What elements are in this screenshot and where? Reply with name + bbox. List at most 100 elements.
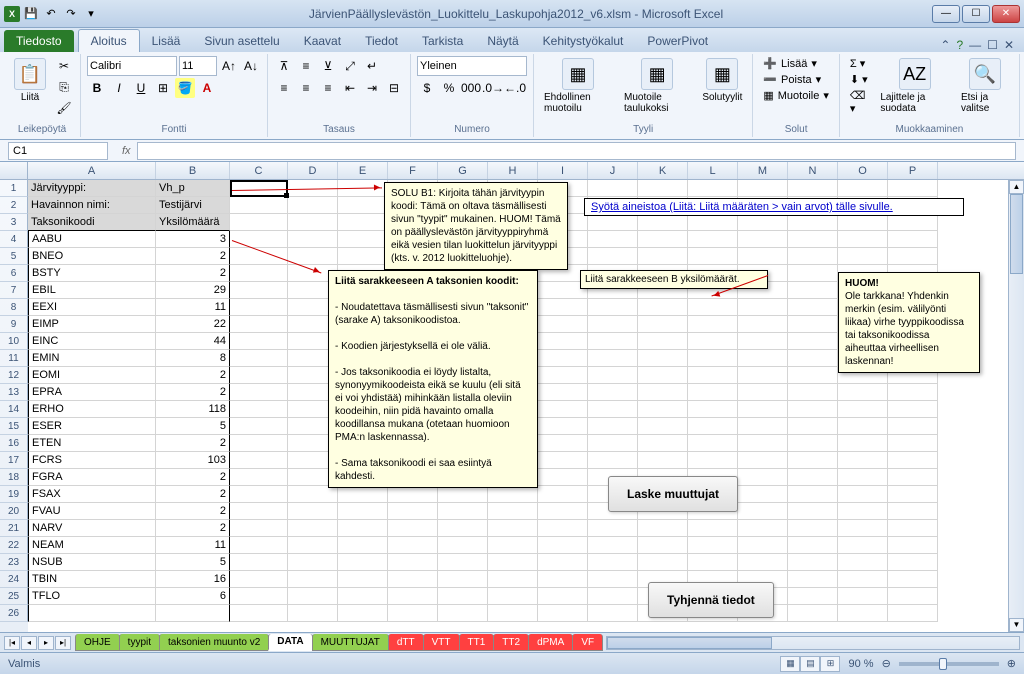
cell[interactable]: [638, 401, 688, 418]
cell[interactable]: [338, 231, 388, 248]
cell[interactable]: [438, 486, 488, 503]
cell[interactable]: [538, 486, 588, 503]
next-sheet-icon[interactable]: ▸: [38, 636, 54, 650]
cell[interactable]: [288, 197, 338, 214]
cell[interactable]: [838, 214, 888, 231]
cell[interactable]: [338, 197, 388, 214]
cell[interactable]: [888, 384, 938, 401]
cell[interactable]: [688, 520, 738, 537]
column-header[interactable]: C: [230, 162, 288, 179]
cell[interactable]: Yksilömäärä: [156, 214, 230, 231]
cell[interactable]: NARV: [28, 520, 156, 537]
border-icon[interactable]: ⊞: [153, 78, 173, 98]
cell[interactable]: [538, 299, 588, 316]
cell[interactable]: [838, 588, 888, 605]
cell[interactable]: [838, 503, 888, 520]
percent-icon[interactable]: %: [439, 78, 459, 98]
cell[interactable]: [230, 435, 288, 452]
cell[interactable]: BNEO: [28, 248, 156, 265]
column-header[interactable]: L: [688, 162, 738, 179]
cell[interactable]: [788, 520, 838, 537]
cell[interactable]: [588, 401, 638, 418]
cell[interactable]: [788, 554, 838, 571]
column-header[interactable]: P: [888, 162, 938, 179]
cell[interactable]: 103: [156, 452, 230, 469]
row-header[interactable]: 17: [0, 452, 28, 469]
cell[interactable]: [156, 605, 230, 622]
cell[interactable]: [888, 231, 938, 248]
cell[interactable]: 2: [156, 486, 230, 503]
cell[interactable]: [838, 435, 888, 452]
cell[interactable]: [588, 299, 638, 316]
cell[interactable]: EPRA: [28, 384, 156, 401]
comma-icon[interactable]: 000: [461, 78, 481, 98]
help-icon[interactable]: ?: [956, 38, 963, 52]
cell[interactable]: 44: [156, 333, 230, 350]
cell[interactable]: [788, 435, 838, 452]
cell[interactable]: [230, 503, 288, 520]
cell[interactable]: [488, 520, 538, 537]
cell[interactable]: [838, 248, 888, 265]
cell[interactable]: [688, 316, 738, 333]
page-layout-view-icon[interactable]: ▤: [800, 656, 820, 672]
cell[interactable]: [438, 520, 488, 537]
cell[interactable]: [738, 231, 788, 248]
cell[interactable]: 16: [156, 571, 230, 588]
cell[interactable]: [288, 503, 338, 520]
sheet-tab[interactable]: VTT: [423, 634, 460, 651]
orientation-icon[interactable]: ⤢: [340, 56, 360, 76]
cell[interactable]: [788, 265, 838, 282]
increase-font-icon[interactable]: A↑: [219, 56, 239, 76]
zoom-in-icon[interactable]: ⊕: [1007, 657, 1016, 670]
cell[interactable]: [230, 299, 288, 316]
cell[interactable]: [688, 435, 738, 452]
tab-pagelayout[interactable]: Sivun asettelu: [192, 30, 291, 52]
tab-insert[interactable]: Lisää: [140, 30, 193, 52]
cell[interactable]: [538, 333, 588, 350]
cell[interactable]: [338, 214, 388, 231]
cell[interactable]: [338, 503, 388, 520]
name-box[interactable]: C1: [8, 142, 108, 160]
cell[interactable]: [288, 588, 338, 605]
cell[interactable]: TBIN: [28, 571, 156, 588]
clear-button[interactable]: ⌫ ▾: [846, 88, 872, 116]
cell[interactable]: [838, 520, 888, 537]
cell[interactable]: [230, 418, 288, 435]
fx-icon[interactable]: fx: [122, 145, 131, 157]
cell[interactable]: [588, 180, 638, 197]
cell[interactable]: [738, 503, 788, 520]
doc-restore-icon[interactable]: ☐: [987, 38, 998, 52]
currency-icon[interactable]: $: [417, 78, 437, 98]
cell[interactable]: [288, 486, 338, 503]
cell[interactable]: [788, 350, 838, 367]
cell[interactable]: [738, 333, 788, 350]
cell[interactable]: [230, 265, 288, 282]
row-header[interactable]: 14: [0, 401, 28, 418]
cell[interactable]: [338, 571, 388, 588]
cell[interactable]: [28, 605, 156, 622]
zoom-slider[interactable]: [899, 662, 999, 666]
conditional-format-button[interactable]: ▦ Ehdollinen muotoilu: [540, 56, 616, 116]
cell[interactable]: [588, 452, 638, 469]
cell[interactable]: [788, 503, 838, 520]
page-break-view-icon[interactable]: ⊞: [820, 656, 840, 672]
cell[interactable]: [438, 537, 488, 554]
select-all-corner[interactable]: [0, 162, 28, 179]
cell[interactable]: [888, 180, 938, 197]
row-header[interactable]: 1: [0, 180, 28, 197]
cell[interactable]: 11: [156, 299, 230, 316]
tab-view[interactable]: Näytä: [475, 30, 530, 52]
cell[interactable]: [338, 554, 388, 571]
increase-decimal-icon[interactable]: .0→: [483, 78, 503, 98]
cell[interactable]: [638, 418, 688, 435]
cell[interactable]: [230, 384, 288, 401]
cell[interactable]: [838, 554, 888, 571]
cell[interactable]: Testijärvi: [156, 197, 230, 214]
row-header[interactable]: 25: [0, 588, 28, 605]
cell[interactable]: [738, 248, 788, 265]
tab-data[interactable]: Tiedot: [353, 30, 410, 52]
cell[interactable]: [388, 554, 438, 571]
row-header[interactable]: 15: [0, 418, 28, 435]
delete-cells-button[interactable]: ➖ Poista ▾: [759, 72, 833, 87]
cell[interactable]: [838, 401, 888, 418]
